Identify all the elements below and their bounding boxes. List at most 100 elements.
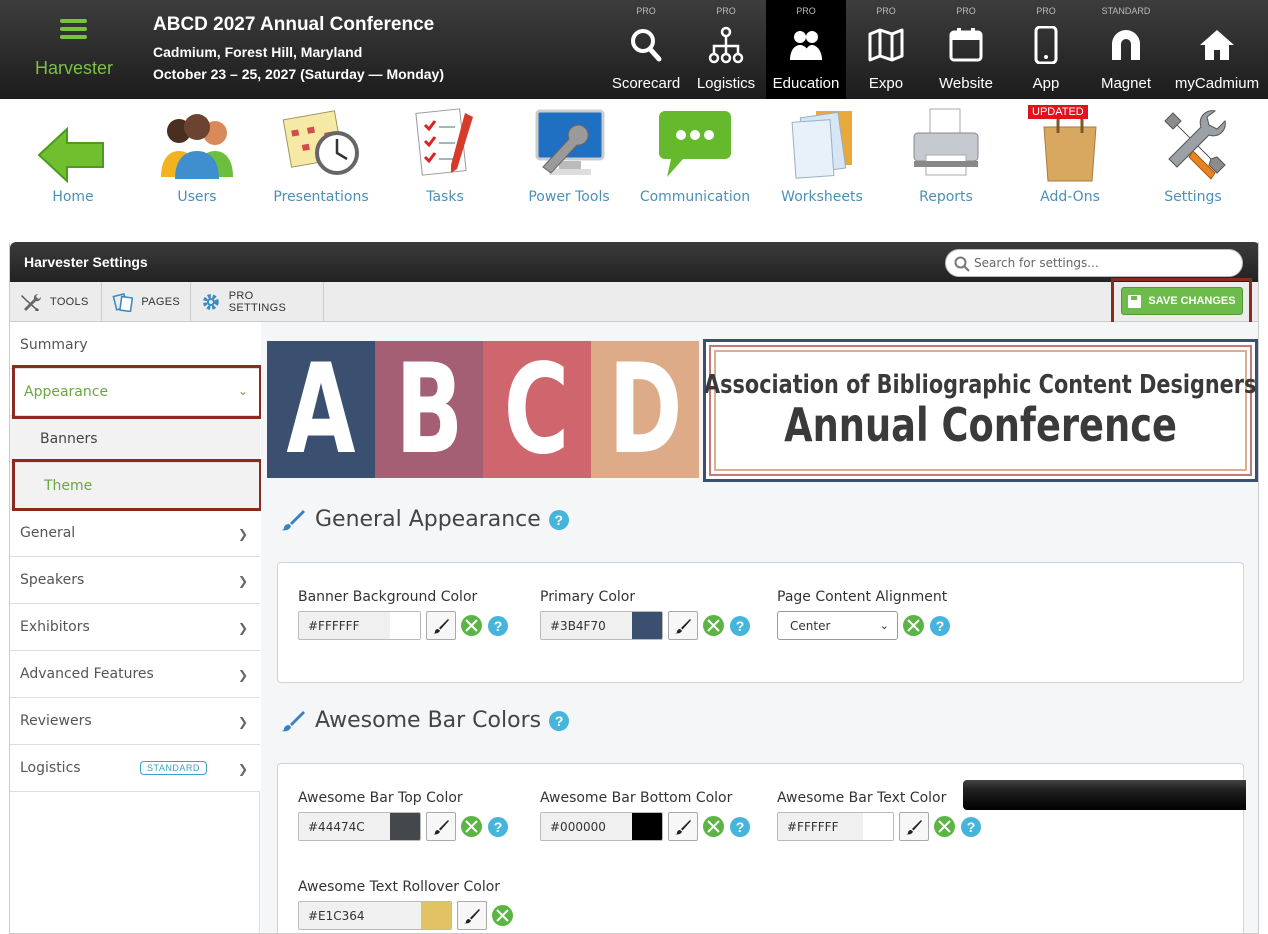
map-icon [868, 28, 904, 62]
banner-letter: C [483, 338, 591, 482]
general-appearance-card: Banner Background Color #FFFFFF ? Primar… [277, 562, 1244, 683]
nav-label: Website [939, 75, 993, 92]
color-input[interactable]: #44474C [298, 812, 421, 841]
sidebar-item-general[interactable]: General ❯ [10, 510, 260, 557]
help-icon[interactable]: ? [730, 615, 750, 636]
module-label: Users [177, 189, 217, 205]
help-icon[interactable]: ? [730, 816, 750, 837]
conference-info: ABCD 2027 Annual Conference Cadmium, For… [153, 14, 444, 85]
save-changes-button[interactable]: SAVE CHANGES [1121, 287, 1243, 315]
field-label: Awesome Bar Text Color [777, 790, 947, 806]
nav-tier: PRO [636, 6, 656, 16]
sidebar-item-advanced-features[interactable]: Advanced Features ❯ [10, 651, 260, 698]
color-input[interactable]: #000000 [540, 812, 663, 841]
help-icon[interactable]: ? [488, 816, 508, 837]
search-icon [631, 29, 662, 62]
color-picker-button[interactable] [426, 611, 456, 640]
module-worksheets[interactable]: Worksheets [760, 99, 884, 219]
sidebar-item-speakers[interactable]: Speakers ❯ [10, 557, 260, 604]
primary-color-field: Primary Color #3B4F70 ? [540, 589, 750, 640]
color-input[interactable]: #E1C364 [298, 901, 452, 930]
color-picker-button[interactable] [668, 812, 698, 841]
settings-search[interactable] [945, 249, 1243, 277]
color-swatch [390, 612, 420, 639]
sidebar-item-banners[interactable]: Banners [10, 416, 260, 463]
help-icon[interactable]: ? [488, 615, 508, 636]
nav-tier: PRO [956, 6, 976, 16]
printer-icon [913, 108, 979, 176]
field-label: Awesome Text Rollover Color [298, 879, 501, 895]
sidebar-item-reviewers[interactable]: Reviewers ❯ [10, 698, 260, 745]
nav-mycadmium[interactable]: myCadmium [1166, 0, 1268, 99]
help-icon[interactable]: ? [961, 816, 981, 837]
home-icon [1200, 30, 1234, 60]
color-input[interactable]: #FFFFFF [298, 611, 421, 640]
chevron-right-icon: ❯ [237, 668, 248, 682]
paintbrush-icon [433, 618, 449, 633]
sitemap-icon [708, 26, 744, 64]
reset-tools-icon[interactable] [461, 816, 482, 837]
color-picker-button[interactable] [899, 812, 929, 841]
documents-icon [791, 111, 852, 179]
color-input[interactable]: #FFFFFF [777, 812, 894, 841]
reset-tools-icon[interactable] [934, 816, 955, 837]
chevron-right-icon: ❯ [237, 621, 248, 635]
module-home[interactable]: Home [11, 99, 135, 219]
nav-tier: PRO [716, 6, 736, 16]
sidebar-item-label: Reviewers [20, 713, 92, 729]
module-presentations[interactable]: Presentations [259, 99, 383, 219]
sidebar-item-summary[interactable]: Summary [10, 322, 260, 369]
arrow-left-icon [37, 126, 104, 183]
page-content-alignment-field: Page Content Alignment Center ⌄ ? [777, 589, 950, 640]
sidebar-item-label: General [20, 525, 76, 541]
reset-tools-icon[interactable] [703, 816, 724, 837]
help-icon[interactable]: ? [930, 615, 950, 636]
pages-button[interactable]: PAGES [102, 282, 191, 322]
sidebar-item-exhibitors[interactable]: Exhibitors ❯ [10, 604, 260, 651]
module-settings[interactable]: Settings [1131, 99, 1255, 219]
nav-scorecard[interactable]: PRO Scorecard [606, 0, 686, 99]
nav-label: myCadmium [1174, 75, 1260, 92]
module-reports[interactable]: Reports [884, 99, 1008, 219]
section-title: General Appearance [315, 507, 541, 532]
module-add-ons[interactable]: UPDATED Add-Ons [1008, 99, 1132, 219]
color-picker-button[interactable] [457, 901, 487, 930]
help-icon[interactable]: ? [549, 710, 570, 731]
nav-website[interactable]: PRO Website [926, 0, 1006, 99]
nav-magnet[interactable]: STANDARD Magnet [1086, 0, 1166, 99]
chevron-down-icon: ⌄ [879, 619, 889, 632]
pages-label: PAGES [141, 296, 180, 308]
reset-tools-icon[interactable] [703, 615, 724, 636]
pro-settings-button[interactable]: PRO SETTINGS [191, 282, 324, 322]
conference-dates: October 23 – 25, 2027 (Saturday — Monday… [153, 66, 444, 82]
module-label: Presentations [273, 189, 369, 205]
nav-expo[interactable]: PRO Expo [846, 0, 926, 99]
sidebar-item-label: Banners [40, 431, 98, 447]
search-input[interactable] [974, 254, 1234, 272]
hamburger-menu-icon[interactable] [60, 19, 87, 39]
tools-button[interactable]: TOOLS [10, 282, 102, 322]
nav-label: Scorecard [611, 75, 681, 92]
brand-menu[interactable]: Harvester [0, 0, 148, 99]
reset-tools-icon[interactable] [903, 615, 924, 636]
module-communication[interactable]: Communication [633, 99, 757, 219]
awesome-bar-card: Awesome Bar Top Color #44474C ? Awesome … [277, 763, 1246, 933]
pro-settings-label: PRO SETTINGS [228, 290, 287, 314]
nav-logistics[interactable]: PRO Logistics [686, 0, 766, 99]
settings-sidebar: Summary Appearance ⌄ Banners Theme Gener… [10, 322, 262, 933]
module-users[interactable]: Users [135, 99, 259, 219]
reset-tools-icon[interactable] [461, 615, 482, 636]
phone-icon [1034, 26, 1058, 64]
paintbrush-icon [281, 509, 305, 530]
nav-education[interactable]: PRO Education [766, 0, 846, 99]
reset-tools-icon[interactable] [492, 905, 513, 926]
module-power-tools[interactable]: Power Tools [507, 99, 631, 219]
color-picker-button[interactable] [668, 611, 698, 640]
sidebar-item-logistics[interactable]: Logistics STANDARD ❯ [10, 745, 260, 792]
help-icon[interactable]: ? [548, 509, 569, 530]
nav-app[interactable]: PRO App [1006, 0, 1086, 99]
alignment-select[interactable]: Center ⌄ [777, 611, 898, 640]
color-picker-button[interactable] [426, 812, 456, 841]
module-tasks[interactable]: Tasks [383, 99, 507, 219]
color-input[interactable]: #3B4F70 [540, 611, 663, 640]
